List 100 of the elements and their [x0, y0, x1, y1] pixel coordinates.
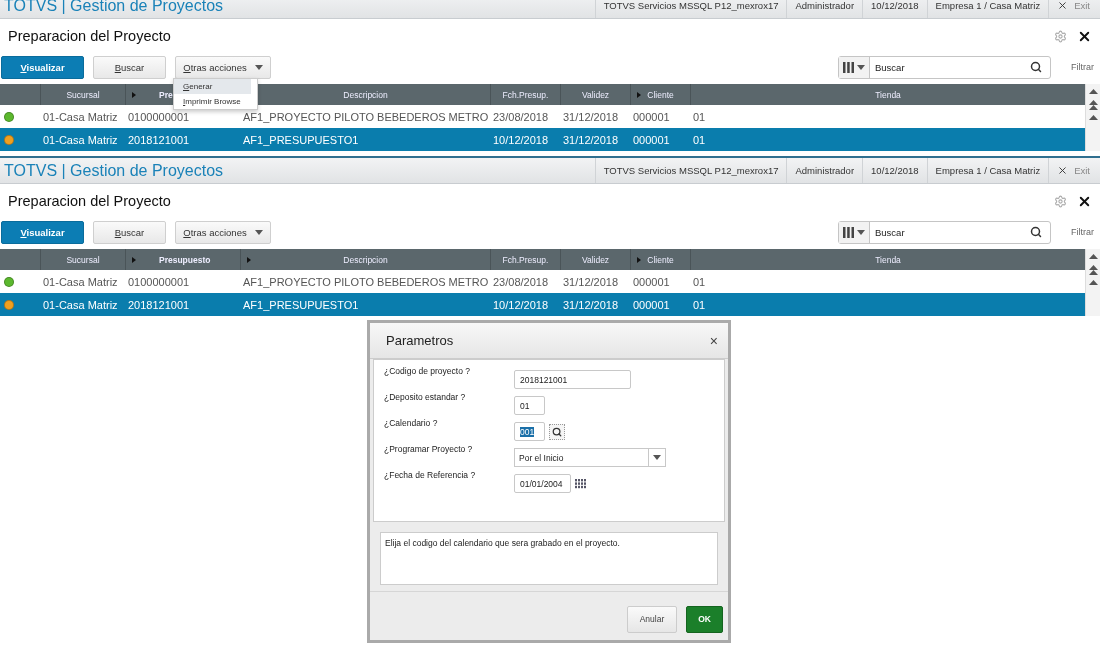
table-cell-text: 31/12/2018 [562, 275, 620, 288]
app-title: TOTVS | Gestion de Proyectos [3, 161, 224, 180]
table-cell-text: 000001 [632, 110, 671, 123]
field-label: ¿Fecha de Referencia ? [384, 470, 477, 482]
exit-button[interactable]: Exit [1048, 158, 1100, 183]
table-cell-text: 23/08/2018 [492, 275, 550, 288]
double-up-arrow-icon[interactable] [1088, 265, 1098, 275]
scrollbar[interactable] [1085, 84, 1100, 151]
date-field[interactable]: 01/01/2004 [514, 474, 571, 493]
table-cell-text: AF1_PRESUPUESTO1 [242, 133, 360, 146]
table-cell-text: 23/08/2018 [492, 110, 550, 123]
search-box[interactable]: Buscar [838, 55, 1051, 79]
field-label: ¿Deposito estandar ? [384, 392, 467, 404]
session-info: TOTVS Servicios MSSQL P12_mexrox17 [594, 0, 787, 18]
session-info: Empresa 1 / Casa Matriz [926, 158, 1049, 183]
up-arrow-icon[interactable] [1088, 280, 1098, 286]
search-icon [552, 426, 562, 437]
session-info: Administrador [786, 158, 863, 183]
search-box[interactable]: Buscar [838, 220, 1051, 244]
close-icon [1057, 165, 1069, 176]
columns-button[interactable] [839, 221, 870, 243]
table-cell-text: AF1_PROYECTO PILOTO BEBEDEROS METRO [242, 110, 490, 123]
table-cell-text: 01-Casa Matriz [42, 133, 119, 146]
caret-icon [637, 92, 641, 98]
table-cell-text: 01-Casa Matriz [42, 110, 119, 123]
caret-icon [247, 257, 251, 263]
double-up-arrow-icon[interactable] [1088, 100, 1098, 110]
close-button[interactable]: × [709, 332, 718, 349]
search-field[interactable]: Buscar [870, 56, 1030, 78]
caret-icon [132, 92, 136, 98]
filter-link[interactable]: Filtrar [1071, 62, 1094, 72]
close-icon [1057, 0, 1069, 11]
page-title: Preparacion del Proyecto [8, 28, 171, 44]
up-arrow-icon[interactable] [1088, 254, 1098, 260]
table-cell-text: 000001 [632, 133, 671, 146]
up-arrow-icon[interactable] [1088, 89, 1098, 95]
table-cell-text: 01 [692, 133, 707, 146]
toolbar-button[interactable]: Visualizar [1, 55, 84, 79]
table-cell-text: 000001 [632, 298, 671, 311]
search-field[interactable]: Buscar [870, 221, 1030, 243]
table-cell-text: 01 [692, 298, 707, 311]
columns-icon [843, 61, 854, 73]
menu-item[interactable]: Generar [174, 79, 251, 94]
caret-icon [254, 229, 263, 235]
table-cell-text: 10/12/2018 [492, 133, 550, 146]
search-icon[interactable] [1030, 226, 1042, 238]
table-row[interactable]: 01-Casa Matriz 2018121001 AF1_PRESUPUESTO1 10/12/2018 31/12/2018 000001 01 [0, 128, 1085, 151]
table-cell-text: 31/12/2018 [562, 133, 620, 146]
table-cell-text: 0100000001 [127, 110, 191, 123]
field-label: ¿Calendario ? [384, 418, 439, 430]
dialog-button[interactable]: OK [686, 605, 723, 633]
field-label: ¿Codigo de proyecto ? [384, 366, 471, 378]
search-icon[interactable] [1030, 61, 1042, 73]
session-info: 10/12/2018 [862, 0, 927, 18]
scrollbar[interactable] [1085, 249, 1100, 316]
up-arrow-icon[interactable] [1088, 115, 1098, 121]
caret-icon [254, 64, 263, 70]
table-cell-text: 000001 [632, 275, 671, 288]
lookup-button[interactable] [549, 423, 565, 440]
text-field[interactable]: 001 [514, 422, 545, 441]
text-field[interactable]: 2018121001 [514, 370, 631, 389]
toolbar-button[interactable]: Visualizar [1, 220, 84, 244]
session-info: Empresa 1 / Casa Matriz [926, 0, 1049, 18]
toolbar-button[interactable]: Buscar [93, 220, 166, 244]
dialog-title: Parametros [386, 333, 454, 348]
table-cell-text: 01-Casa Matriz [42, 275, 119, 288]
filter-link[interactable]: Filtrar [1071, 227, 1094, 237]
session-info: TOTVS Servicios MSSQL P12_mexrox17 [594, 158, 787, 183]
select-field[interactable]: Por el Inicio [514, 448, 666, 467]
caret-icon [132, 257, 136, 263]
toolbar-button[interactable]: Buscar [93, 55, 166, 79]
table-cell-text: 01 [692, 110, 707, 123]
field-label: ¿Programar Proyecto ? [384, 444, 474, 456]
table-cell-text: 01-Casa Matriz [42, 298, 119, 311]
table-cell-text: 2018121001 [127, 133, 191, 146]
page-title: Preparacion del Proyecto [8, 193, 171, 209]
caret-icon [653, 455, 661, 460]
actions-dropdown[interactable]: Otras acciones [175, 220, 271, 244]
help-text: Elija el codigo del calendario que sera grabado en el proyecto. [380, 532, 718, 585]
table-row[interactable]: 01-Casa Matriz 2018121001 AF1_PRESUPUESTO1 10/12/2018 31/12/2018 000001 01 [0, 293, 1085, 316]
columns-icon [843, 226, 854, 238]
actions-dropdown[interactable]: Otras acciones [175, 55, 271, 79]
caret-icon [857, 64, 865, 70]
table-cell-text: 01 [692, 275, 707, 288]
menu-item[interactable]: Imprimir Browse [174, 94, 251, 109]
table-cell-text: 31/12/2018 [562, 298, 620, 311]
table-cell-text: AF1_PRESUPUESTO1 [242, 298, 360, 311]
caret-icon [857, 229, 865, 235]
dialog-button[interactable]: Anular [627, 605, 677, 633]
exit-button[interactable]: Exit [1048, 0, 1100, 18]
calendar-icon[interactable] [575, 478, 587, 489]
columns-button[interactable] [839, 56, 870, 78]
table-cell-text: 10/12/2018 [492, 298, 550, 311]
session-info: 10/12/2018 [862, 158, 927, 183]
session-info: Administrador [786, 0, 863, 18]
table-cell-text: 0100000001 [127, 275, 191, 288]
table-cell-text: 2018121001 [127, 298, 191, 311]
text-field[interactable]: 01 [514, 396, 545, 415]
caret-icon [637, 257, 641, 263]
table-cell-text: AF1_PROYECTO PILOTO BEBEDEROS METRO [242, 275, 490, 288]
